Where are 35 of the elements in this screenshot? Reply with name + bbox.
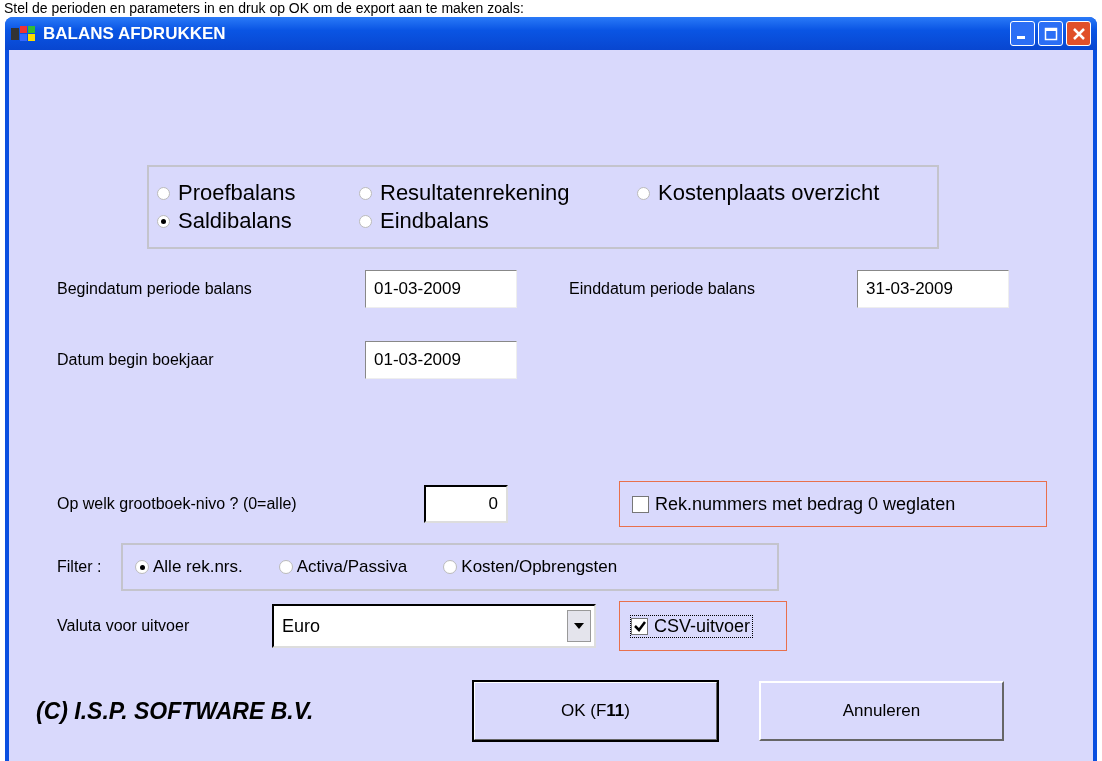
ledger-level-field[interactable]: 0: [424, 485, 508, 523]
filter-option[interactable]: Activa/Passiva: [278, 557, 408, 577]
maximize-icon: [1043, 26, 1058, 41]
csv-checkbox[interactable]: CSV-uitvoer: [630, 614, 754, 638]
filter-option[interactable]: Kosten/Opbrengsten: [443, 557, 618, 577]
omit-zero-checkbox[interactable]: Rek.nummers met bedrag 0 weglaten: [632, 493, 956, 515]
report-type-option[interactable]: Saldibalans: [157, 208, 359, 234]
dropdown-arrow-icon: [574, 623, 584, 629]
end-date-field[interactable]: 31-03-2009: [857, 270, 1009, 308]
report-type-option[interactable]: Eindbalans: [359, 208, 637, 234]
field-label: Filter :: [57, 558, 103, 576]
report-type-option[interactable]: Resultatenrekening: [359, 180, 637, 206]
field-label: Begindatum periode balans: [57, 280, 253, 298]
field-label: Op welk grootboek-nivo ? (0=alle): [57, 495, 298, 513]
report-type-option[interactable]: Kostenplaats overzicht: [637, 180, 937, 206]
minimize-button[interactable]: [1010, 21, 1035, 46]
close-button[interactable]: [1066, 21, 1091, 46]
copyright-text: (C) I.S.P. SOFTWARE B.V.: [36, 697, 315, 725]
begin-date-field[interactable]: 01-03-2009: [365, 270, 517, 308]
report-type-option[interactable]: Proefbalans: [157, 180, 359, 206]
window-title: BALANS AFDRUKKEN: [43, 23, 226, 44]
maximize-button[interactable]: [1038, 21, 1063, 46]
fiscal-year-start-field[interactable]: 01-03-2009: [365, 341, 517, 379]
filter-option[interactable]: Alle rek.nrs.: [135, 557, 243, 577]
field-label: Valuta voor uitvoer: [57, 617, 191, 635]
app-icon: [11, 23, 37, 44]
ok-button[interactable]: OK (F11): [473, 681, 718, 741]
currency-dropdown[interactable]: Euro: [272, 604, 596, 648]
checkmark-icon: [632, 619, 647, 633]
cancel-button[interactable]: Annuleren: [759, 681, 1004, 741]
close-icon: [1071, 26, 1086, 41]
field-label: Datum begin boekjaar: [57, 351, 215, 369]
caption-text: Stel de perioden en parameters in en druk op OK om de export aan te maken zoals:: [3, 0, 525, 17]
field-label: Einddatum periode balans: [569, 280, 756, 298]
minimize-icon: [1017, 36, 1025, 39]
